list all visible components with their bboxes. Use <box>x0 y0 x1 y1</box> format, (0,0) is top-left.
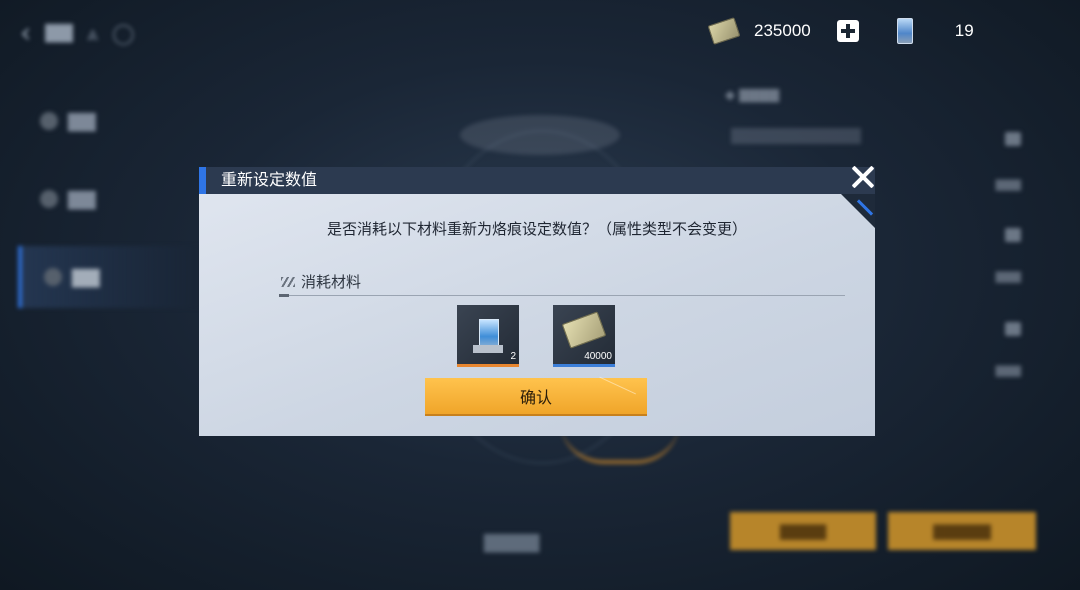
money-value: 235000 <box>754 21 811 40</box>
game-screen: ‹ ▇▇ ⩓ ◯ ▇▇ ▇▇ ▇▇ ▇▇▇▇ ◆ ▇▇▇▇ ▇▇▇ ▇▇▇ ▇▇… <box>0 0 1080 590</box>
lock-icon <box>1005 228 1021 242</box>
materials-label: 消耗材料 <box>301 273 362 291</box>
dialog-header: 重新设定数值 <box>199 167 875 194</box>
materials-section: 消耗材料 <box>281 271 361 292</box>
material-quantity: 40000 <box>584 351 612 362</box>
section-divider <box>281 295 845 296</box>
back-icon: ‹ <box>20 16 32 49</box>
lock-icon <box>1005 132 1021 146</box>
bg-dot-icon <box>44 268 62 286</box>
lock-icon <box>1005 322 1021 336</box>
bg-value: ▇▇▇ <box>995 364 1021 377</box>
crystal-item-icon <box>471 311 505 355</box>
bg-panel-header: ◆ ▇▇▇▇ <box>725 88 780 103</box>
bg-sidebar-item: ▇▇ <box>18 90 208 152</box>
divider-mark <box>279 294 289 297</box>
button-decoration <box>590 376 636 415</box>
dialog-title: 重新设定数值 <box>221 170 318 189</box>
close-icon[interactable] <box>847 161 879 193</box>
slash-icon <box>281 276 295 287</box>
info-icon: ◯ <box>112 20 135 45</box>
dialog-body: 是否消耗以下材料重新为烙痕设定数值？（属性类型不会变更） 消耗材料 2 4000… <box>199 194 875 436</box>
material-slot-cash[interactable]: 40000 <box>553 305 615 367</box>
bg-button-left: ▇▇▇▇ <box>730 512 876 550</box>
header-accent <box>199 167 206 194</box>
confirm-button[interactable]: 确认 <box>425 376 647 415</box>
bg-dot-icon <box>40 112 58 130</box>
back-navigation: ‹ ▇▇ ⩓ ◯ <box>20 16 135 49</box>
bg-button-right: ▇▇▇▇▇ <box>888 512 1036 550</box>
confirm-question: 是否消耗以下材料重新为烙痕设定数值？（属性类型不会变更） <box>326 220 747 238</box>
bg-caption: ▇▇▇▇ <box>484 532 540 553</box>
material-quantity: 2 <box>510 351 516 362</box>
hierarchy-icon: ⩓ <box>86 20 99 45</box>
bg-bar <box>731 128 861 144</box>
bg-dot-icon <box>40 190 58 208</box>
bg-sidebar-item-active: ▇▇ <box>18 246 208 308</box>
crystal-icon <box>896 18 913 44</box>
crystal-base <box>473 345 503 353</box>
currency-bar: 235000 19 <box>700 14 974 48</box>
cash-icon <box>707 17 741 45</box>
reset-values-dialog: 重新设定数值 是否消耗以下材料重新为烙痕设定数值？（属性类型不会变更） 消耗材料… <box>199 167 875 436</box>
crystal-count: 19 <box>954 21 974 40</box>
bg-value: ▇▇▇ <box>995 270 1021 283</box>
bg-sidebar-item: ▇▇ <box>18 168 208 230</box>
bg-value: ▇▇▇ <box>995 178 1021 191</box>
add-currency-button[interactable] <box>836 20 859 42</box>
cash-item-icon <box>561 311 607 349</box>
material-slot-crystal[interactable]: 2 <box>457 305 519 367</box>
blurred-title: ▇▇ <box>45 22 73 43</box>
background-sidebar: ▇▇ ▇▇ ▇▇ <box>18 90 208 324</box>
confirm-label: 确认 <box>519 388 552 407</box>
